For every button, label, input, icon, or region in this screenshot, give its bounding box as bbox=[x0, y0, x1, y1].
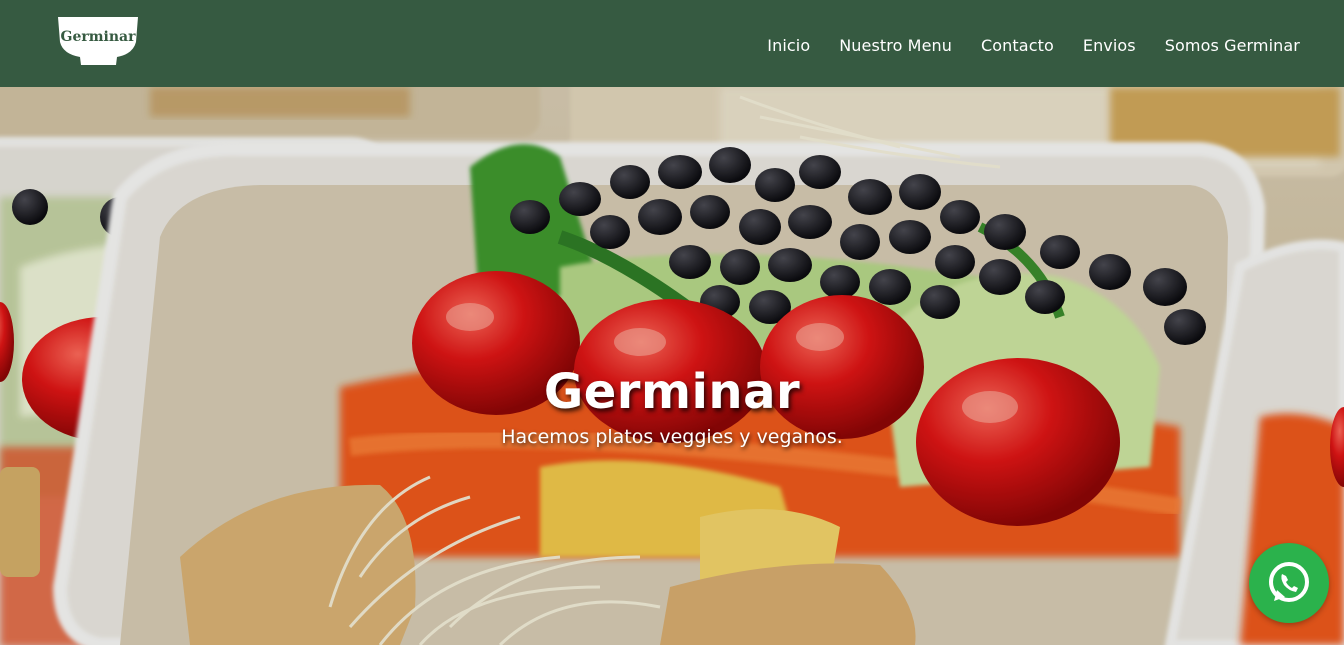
whatsapp-icon bbox=[1269, 562, 1309, 602]
nav-somos-germinar[interactable]: Somos Germinar bbox=[1165, 36, 1300, 56]
hero-subtitle: Hacemos platos veggies y veganos. bbox=[501, 426, 843, 448]
nav-nuestro-menu[interactable]: Nuestro Menu bbox=[839, 36, 952, 56]
whatsapp-button[interactable] bbox=[1249, 543, 1329, 623]
hero-banner: Germinar Hacemos platos veggies y vegano… bbox=[0, 87, 1344, 645]
germinar-logo[interactable]: Germinar bbox=[57, 16, 139, 66]
nav-envios[interactable]: Envios bbox=[1083, 36, 1136, 56]
hero-title: Germinar bbox=[543, 364, 801, 420]
navbar: Germinar Inicio Nuestro Menu Contacto En… bbox=[0, 0, 1344, 87]
nav-inicio[interactable]: Inicio bbox=[767, 36, 810, 56]
main-nav: Inicio Nuestro Menu Contacto Envios Somo… bbox=[767, 36, 1300, 56]
hero-text: Germinar Hacemos platos veggies y vegano… bbox=[0, 364, 1344, 449]
nav-contacto[interactable]: Contacto bbox=[981, 36, 1054, 56]
logo-text: Germinar bbox=[61, 29, 137, 45]
